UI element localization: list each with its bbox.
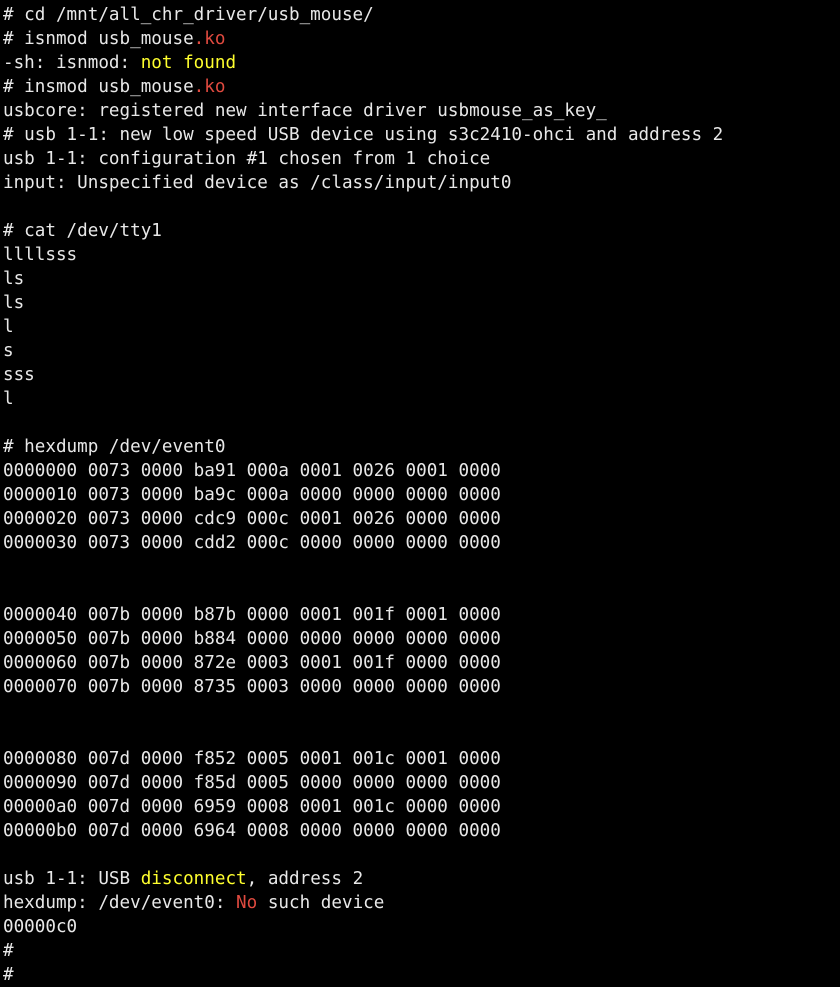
terminal-text-default: ls	[3, 269, 25, 289]
terminal-text-default: 0000060 007b 0000 872e 0003 0001 001f 00…	[3, 653, 501, 673]
terminal-text-default: 0000050 007b 0000 b884 0000 0000 0000 00…	[3, 629, 501, 649]
terminal-text-default: -sh: isnmod:	[3, 53, 141, 73]
terminal-line: # cd /mnt/all_chr_driver/usb_mouse/	[3, 3, 840, 27]
terminal-line: 0000000 0073 0000 ba91 000a 0001 0026 00…	[3, 459, 840, 483]
terminal-line: s	[3, 339, 840, 363]
terminal-text-default: input: Unspecified device as /class/inpu…	[3, 173, 512, 193]
terminal-text-red: .ko	[193, 29, 226, 49]
terminal-text-default: , address 2	[246, 869, 364, 889]
terminal-text-red: No	[236, 893, 258, 913]
terminal-line: 0000090 007d 0000 f85d 0005 0000 0000 00…	[3, 771, 840, 795]
terminal-text-default: hexdump: /dev/event0:	[3, 893, 237, 913]
terminal-line: l	[3, 315, 840, 339]
terminal-line: # hexdump /dev/event0	[3, 435, 840, 459]
terminal-text-default: 0000000 0073 0000 ba91 000a 0001 0026 00…	[3, 461, 501, 481]
terminal-text-default: ls	[3, 293, 25, 313]
terminal-line: 0000050 007b 0000 b884 0000 0000 0000 00…	[3, 627, 840, 651]
terminal-line: 00000c0	[3, 915, 840, 939]
terminal-screen[interactable]: # cd /mnt/all_chr_driver/usb_mouse/# isn…	[0, 0, 840, 985]
terminal-line: llllsss	[3, 243, 840, 267]
terminal-text-yellow: disconnect	[140, 869, 247, 889]
terminal-line: sss	[3, 363, 840, 387]
terminal-line: 00000b0 007d 0000 6964 0008 0000 0000 00…	[3, 819, 840, 843]
terminal-text-default: sss	[3, 365, 35, 385]
terminal-text-default: # insmod usb_mouse	[3, 77, 194, 97]
terminal-text-default: 00000a0 007d 0000 6959 0008 0001 001c 00…	[3, 797, 501, 817]
terminal-line: 0000030 0073 0000 cdd2 000c 0000 0000 00…	[3, 531, 840, 555]
terminal-text-default: s	[3, 341, 14, 361]
terminal-text-red: .ko	[193, 77, 226, 97]
terminal-line: input: Unspecified device as /class/inpu…	[3, 171, 840, 195]
terminal-text-default: # cd /mnt/all_chr_driver/usb_mouse/	[3, 5, 374, 25]
terminal-text-default: # isnmod usb_mouse	[3, 29, 194, 49]
terminal-text-default: 0000030 0073 0000 cdd2 000c 0000 0000 00…	[3, 533, 501, 553]
terminal-text-default: 0000020 0073 0000 cdc9 000c 0001 0026 00…	[3, 509, 501, 529]
terminal-text-default: 0000070 007b 0000 8735 0003 0000 0000 00…	[3, 677, 501, 697]
terminal-line: # isnmod usb_mouse.ko	[3, 27, 840, 51]
terminal-line: 0000080 007d 0000 f852 0005 0001 001c 00…	[3, 747, 840, 771]
terminal-text-default: #	[3, 965, 14, 985]
terminal-line: ls	[3, 291, 840, 315]
terminal-line: 00000a0 007d 0000 6959 0008 0001 001c 00…	[3, 795, 840, 819]
terminal-text-default: # usb 1-1: new low speed USB device usin…	[3, 125, 724, 145]
terminal-text-default: usb 1-1: configuration #1 chosen from 1 …	[3, 149, 491, 169]
terminal-text-default: llllsss	[3, 245, 78, 265]
terminal-line: l	[3, 387, 840, 411]
terminal-line: usb 1-1: USB disconnect, address 2	[3, 867, 840, 891]
terminal-line: # insmod usb_mouse.ko	[3, 75, 840, 99]
terminal-text-default: usb 1-1: USB	[3, 869, 141, 889]
terminal-line: 0000060 007b 0000 872e 0003 0001 001f 00…	[3, 651, 840, 675]
terminal-line: -sh: isnmod: not found	[3, 51, 840, 75]
terminal-text-default: 0000090 007d 0000 f85d 0005 0000 0000 00…	[3, 773, 501, 793]
terminal-line: hexdump: /dev/event0: No such device	[3, 891, 840, 915]
terminal-text-default: 0000010 0073 0000 ba9c 000a 0000 0000 00…	[3, 485, 501, 505]
terminal-line: ls	[3, 267, 840, 291]
terminal-text-default: usbcore: registered new interface driver…	[3, 101, 607, 121]
terminal-line: # cat /dev/tty1	[3, 219, 840, 243]
terminal-line: #	[3, 939, 840, 963]
terminal-text-default: l	[3, 317, 14, 337]
terminal-line: 0000040 007b 0000 b87b 0000 0001 001f 00…	[3, 603, 840, 627]
terminal-line: usbcore: registered new interface driver…	[3, 99, 840, 123]
terminal-line: 0000020 0073 0000 cdc9 000c 0001 0026 00…	[3, 507, 840, 531]
terminal-text-default: 00000b0 007d 0000 6964 0008 0000 0000 00…	[3, 821, 501, 841]
terminal-text-yellow: not found	[140, 53, 237, 73]
terminal-text-default: such device	[257, 893, 385, 913]
terminal-text-default: # hexdump /dev/event0	[3, 437, 226, 457]
terminal-text-default: l	[3, 389, 14, 409]
terminal-text-default: 0000080 007d 0000 f852 0005 0001 001c 00…	[3, 749, 501, 769]
terminal-text-default: # cat /dev/tty1	[3, 221, 162, 241]
terminal-text-default: 0000040 007b 0000 b87b 0000 0001 001f 00…	[3, 605, 501, 625]
terminal-text-default: #	[3, 941, 14, 961]
terminal-line: usb 1-1: configuration #1 chosen from 1 …	[3, 147, 840, 171]
terminal-line: 0000010 0073 0000 ba9c 000a 0000 0000 00…	[3, 483, 840, 507]
terminal-text-default: 00000c0	[3, 917, 78, 937]
terminal-line: #	[3, 963, 840, 987]
terminal-line: 0000070 007b 0000 8735 0003 0000 0000 00…	[3, 675, 840, 699]
terminal-line: # usb 1-1: new low speed USB device usin…	[3, 123, 840, 147]
